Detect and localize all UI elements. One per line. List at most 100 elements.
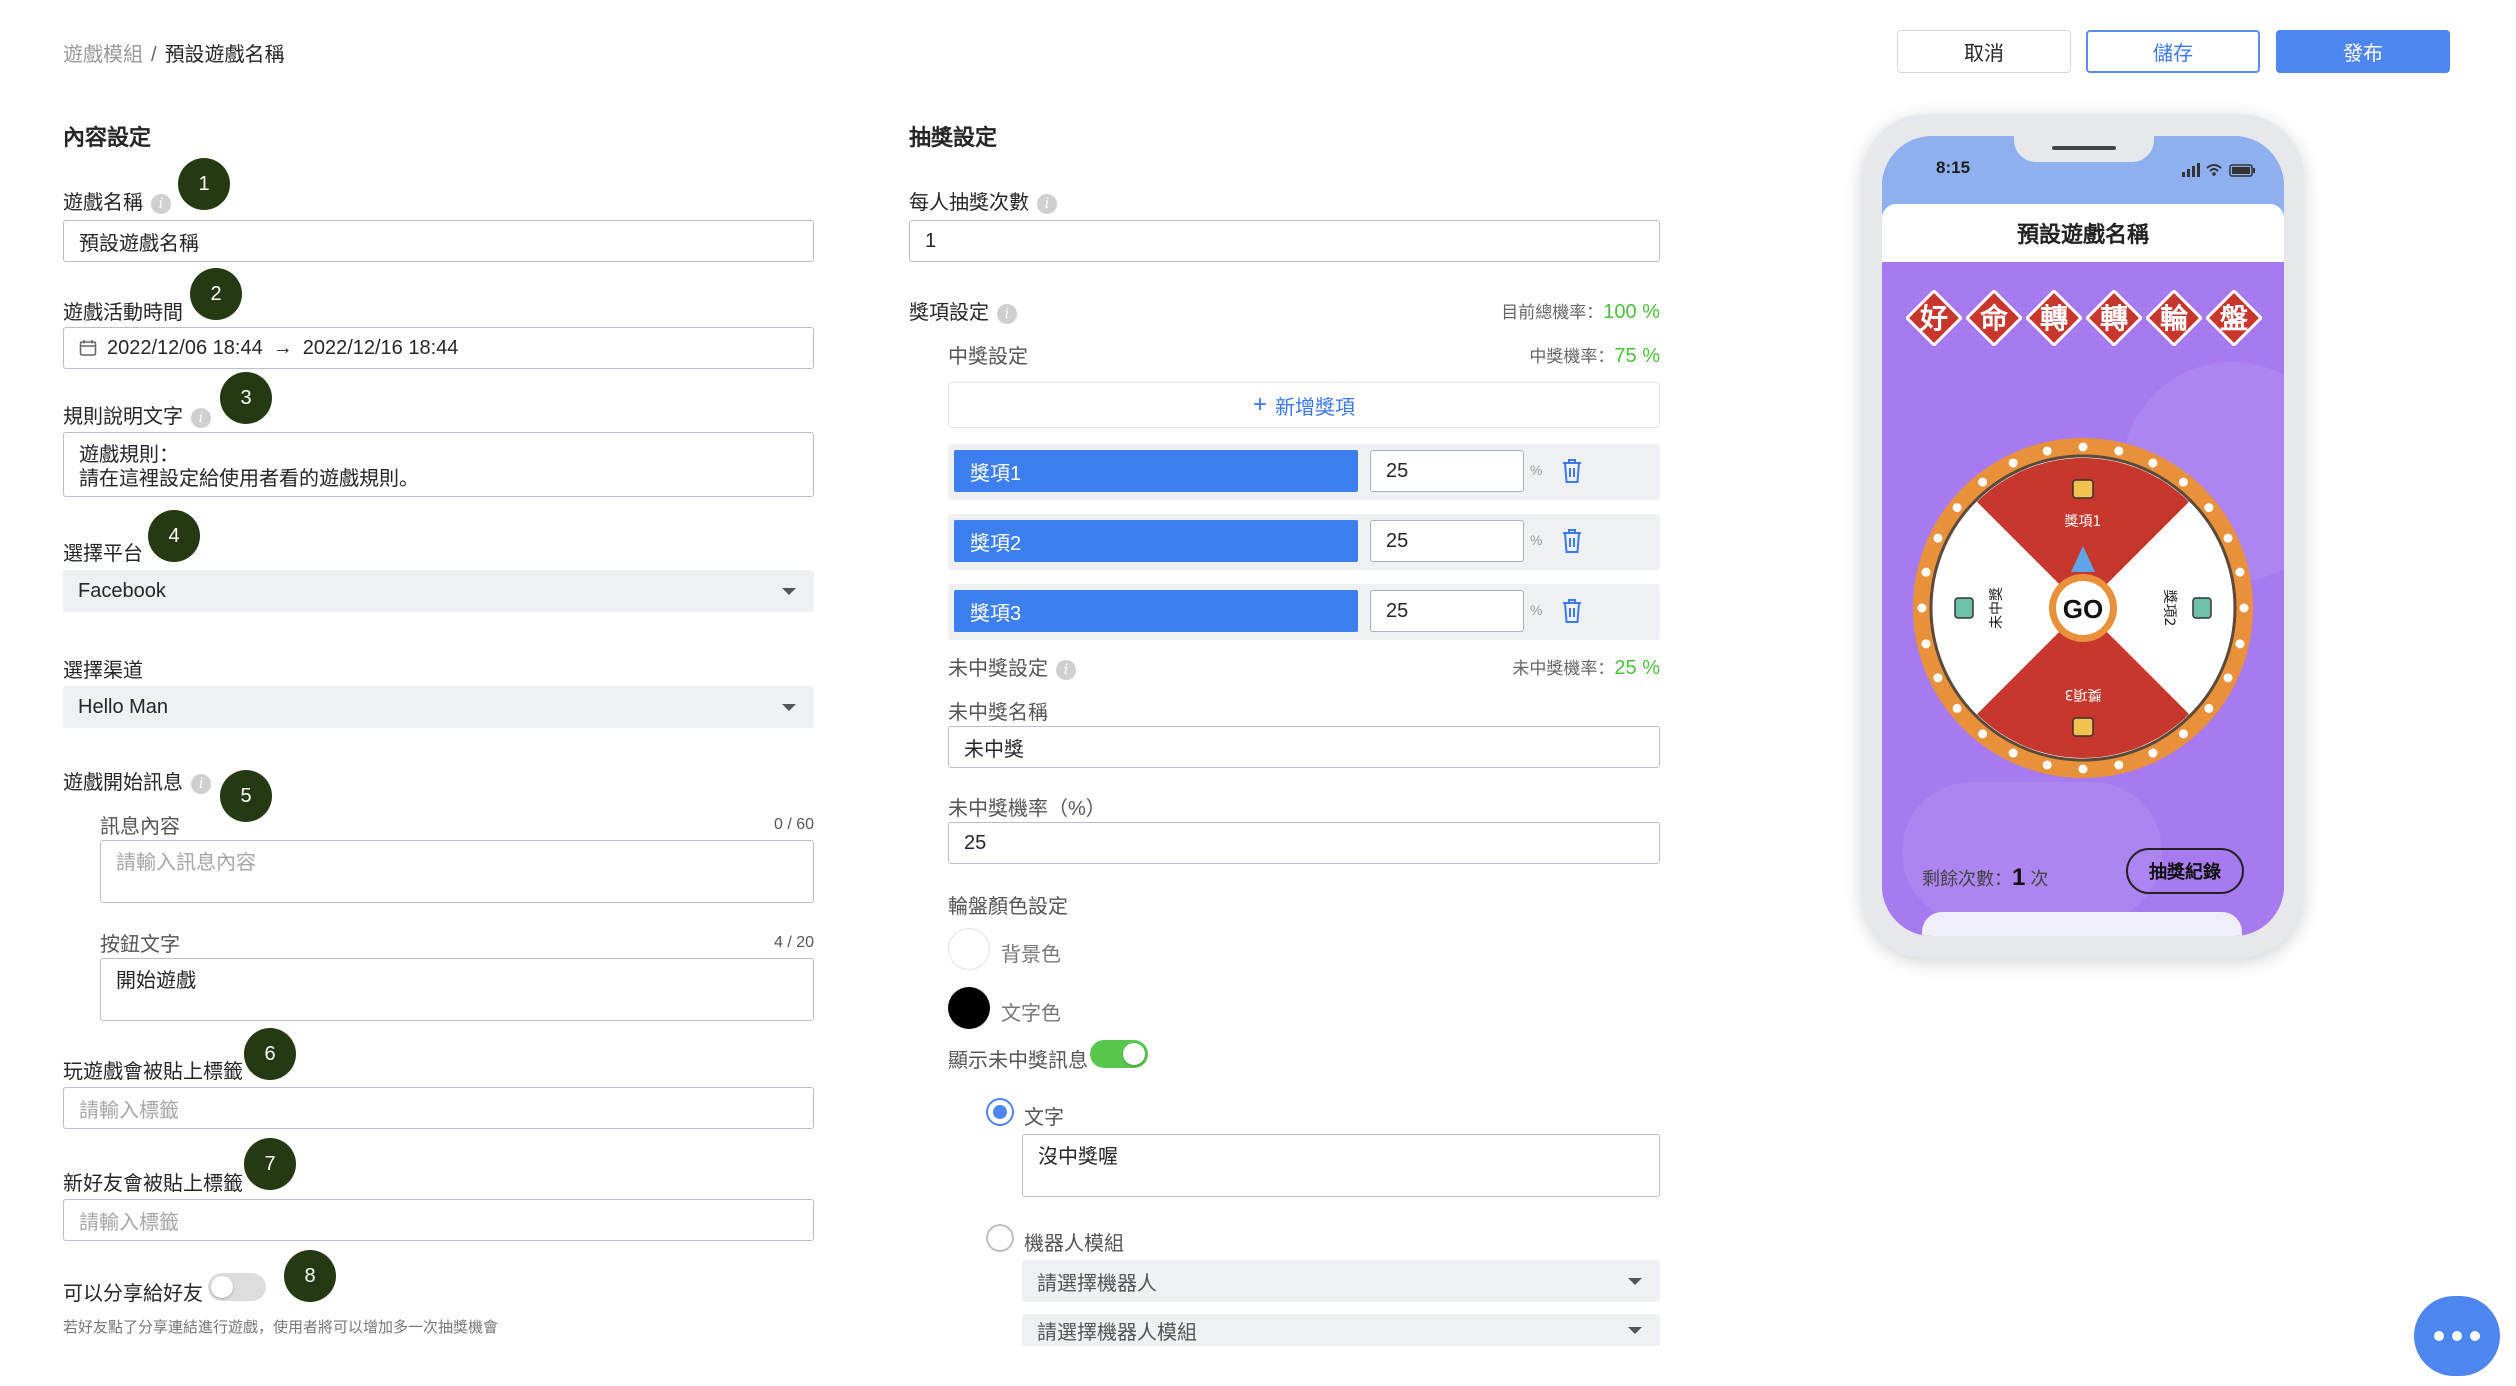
breadcrumb-current: 預設遊戲名稱 xyxy=(164,44,285,66)
channel-select[interactable]: Hello Man xyxy=(63,686,814,728)
prize-name-input[interactable]: 獎項1 xyxy=(954,450,1358,492)
share-note: 若好友點了分享連結進行遊戲，使用者將可以增加多一次抽獎機會 xyxy=(63,1319,499,1336)
draws-per-person-input[interactable]: 1 xyxy=(909,220,1660,262)
save-button[interactable]: 儲存 xyxy=(2086,30,2260,73)
toggle-knob xyxy=(1123,1043,1145,1065)
lose-settings-label: 未中獎設定 i xyxy=(948,652,1076,681)
remaining-label: 剩餘次數： xyxy=(1922,869,2012,889)
button-text-textarea[interactable]: 開始遊戲 xyxy=(100,958,814,1021)
remaining-unit: 次 xyxy=(2030,869,2049,889)
step-badge-6: 6 xyxy=(244,1028,296,1080)
win-rate: 中獎機率：75 % xyxy=(1400,342,1660,368)
prize-rate-input[interactable]: 25 xyxy=(1370,520,1524,562)
wheel-light xyxy=(1952,703,1962,713)
title-char: 命 xyxy=(1980,302,2009,335)
rules-line-1: 遊戲規則： xyxy=(79,444,179,466)
info-icon[interactable]: i xyxy=(1037,193,1057,214)
status-time: 8:15 xyxy=(1936,158,1971,177)
draws-per-person-label-text: 每人抽獎次數 xyxy=(909,192,1029,214)
step-badge-7: 7 xyxy=(244,1138,296,1190)
rules-textarea[interactable]: 遊戲規則： 請在這裡設定給使用者看的遊戲規則。 xyxy=(63,432,814,497)
decor-blob xyxy=(1902,782,2162,922)
play-tag-label: 玩遊戲會被貼上標籤 xyxy=(63,1061,243,1083)
friend-tag-input[interactable]: 請輸入標籤 xyxy=(63,1199,814,1241)
caret-down-icon xyxy=(1628,1278,1642,1285)
phone-screen: 8:15 預設遊戲名稱 好命轉轉輪盤 獎項1 獎項2 獎項3 未中獎 GO 剩餘次數：… xyxy=(1882,136,2284,936)
wheel-colors-label: 輪盤顏色設定 xyxy=(948,896,1068,918)
plus-icon: + xyxy=(1252,391,1267,418)
bot-module-select[interactable]: 請選擇機器人模組 xyxy=(1022,1314,1660,1346)
info-icon[interactable]: i xyxy=(1056,659,1076,680)
prize-name-input[interactable]: 獎項3 xyxy=(954,590,1358,632)
wheel-light xyxy=(1978,477,1988,487)
info-icon[interactable]: i xyxy=(151,193,171,214)
text-color-swatch[interactable] xyxy=(948,987,990,1029)
wheel-light xyxy=(2239,603,2249,613)
wheel-light xyxy=(2114,446,2124,456)
trash-icon[interactable] xyxy=(1561,598,1583,624)
caret-down-icon xyxy=(782,588,796,595)
text-option-radio[interactable] xyxy=(986,1098,1014,1126)
end-date[interactable]: 2022/12/16 18:44 xyxy=(303,337,459,360)
title-char: 轉 xyxy=(2040,302,2068,335)
phone-notch xyxy=(2014,136,2154,162)
friend-tag-label: 新好友會被貼上標籤 xyxy=(63,1173,243,1195)
bottom-sheet-edge xyxy=(1922,912,2242,936)
prize-rate-input[interactable]: 25 xyxy=(1370,590,1524,632)
prize-rate-input[interactable]: 25 xyxy=(1370,450,1524,492)
lose-rate-value: 25 % xyxy=(1614,657,1660,679)
wheel-light xyxy=(2148,458,2158,468)
lose-rate-input[interactable]: 25 xyxy=(948,822,1660,864)
button-text-counter: 4 / 20 xyxy=(773,934,814,951)
platform-select-value: Facebook xyxy=(78,579,166,602)
draw-record-button[interactable]: 抽獎紀錄 xyxy=(2126,848,2244,894)
bot-select[interactable]: 請選擇機器人 xyxy=(1022,1260,1660,1302)
lose-name-input[interactable]: 未中獎 xyxy=(948,726,1660,768)
chat-button[interactable] xyxy=(2414,1296,2500,1376)
rules-label: 規則說明文字 i xyxy=(63,400,211,429)
prize-name-input[interactable]: 獎項2 xyxy=(954,520,1358,562)
background-color-swatch[interactable] xyxy=(948,928,990,970)
play-tag-input[interactable]: 請輸入標籤 xyxy=(63,1087,814,1129)
game-name-label: 遊戲名稱 i xyxy=(63,186,171,215)
trash-icon[interactable] xyxy=(1561,528,1583,554)
total-rate-value: 100 % xyxy=(1603,301,1660,323)
prize-row: 獎項3 25 % xyxy=(948,584,1660,640)
trash-icon[interactable] xyxy=(1561,458,1583,484)
bot-option-radio[interactable] xyxy=(986,1224,1014,1252)
wheel-light xyxy=(2042,446,2052,456)
info-icon[interactable]: i xyxy=(191,407,211,428)
platform-select[interactable]: Facebook xyxy=(63,570,814,612)
wheel-light xyxy=(2223,533,2233,543)
show-lose-message-label: 顯示未中獎訊息 xyxy=(948,1050,1088,1072)
wheel-light xyxy=(2178,477,2188,487)
breadcrumb: 遊戲模組 / 預設遊戲名稱 xyxy=(63,38,285,67)
breadcrumb-root[interactable]: 遊戲模組 xyxy=(63,44,143,66)
wheel-segment-label: 獎項1 xyxy=(2065,514,2102,530)
wheel-light xyxy=(1921,567,1931,577)
preview-title: 預設遊戲名稱 xyxy=(1882,204,2284,262)
wheel-segment-label: 獎項3 xyxy=(2065,686,2102,702)
wheel-light xyxy=(1933,533,1943,543)
start-date[interactable]: 2022/12/06 18:44 xyxy=(107,337,263,360)
caret-down-icon xyxy=(1628,1327,1642,1334)
info-icon[interactable]: i xyxy=(997,303,1017,324)
lose-message-textarea[interactable]: 沒中獎喔 xyxy=(1022,1134,1660,1197)
publish-button[interactable]: 發布 xyxy=(2276,30,2450,73)
game-name-input[interactable]: 預設遊戲名稱 xyxy=(63,220,814,262)
share-toggle[interactable] xyxy=(208,1273,266,1301)
title-char: 好 xyxy=(1919,302,1948,335)
show-lose-message-toggle[interactable] xyxy=(1090,1040,1148,1068)
go-label: GO xyxy=(2063,594,2103,624)
lose-rate: 未中獎機率：25 % xyxy=(1400,654,1660,680)
start-message-label: 遊戲開始訊息 i xyxy=(63,766,211,795)
status-icons xyxy=(2182,163,2255,177)
info-icon[interactable]: i xyxy=(191,773,211,794)
wheel-light xyxy=(1978,729,1988,739)
message-content-textarea[interactable]: 請輸入訊息內容 xyxy=(100,840,814,903)
wheel-segment-label: 獎項2 xyxy=(2161,590,2177,627)
wheel-light xyxy=(1952,503,1962,513)
cancel-button[interactable]: 取消 xyxy=(1897,30,2071,73)
add-prize-button[interactable]: + 新增獎項 xyxy=(948,382,1660,428)
game-time-range-picker[interactable]: 2022/12/06 18:44 → 2022/12/16 18:44 xyxy=(63,327,814,369)
